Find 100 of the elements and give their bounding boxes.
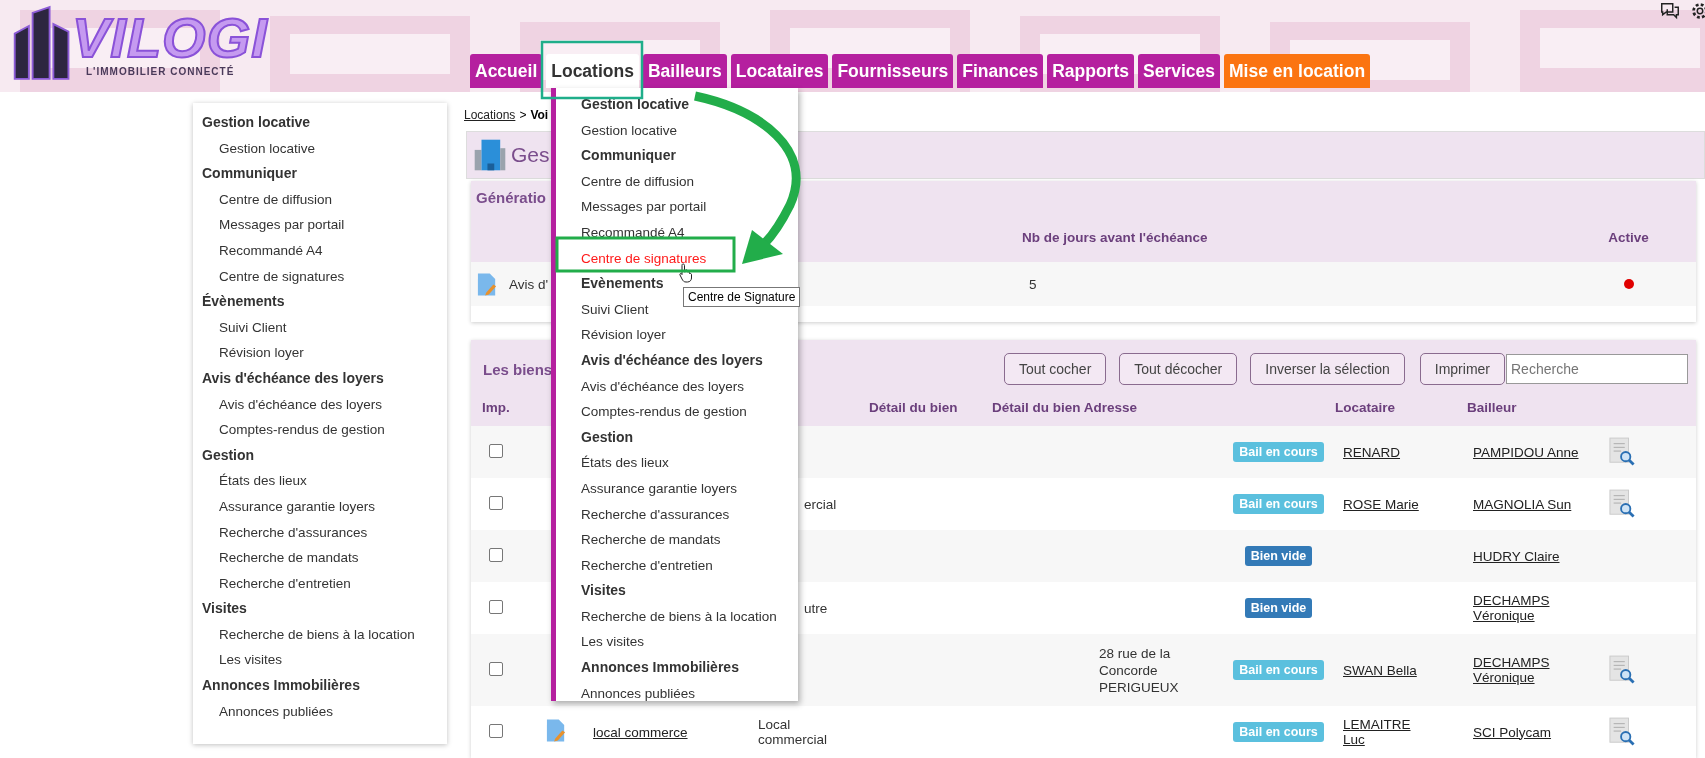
- column-header: Imp.: [481, 399, 511, 415]
- sidebar-item[interactable]: Messages par portail: [202, 212, 345, 238]
- nav-tab[interactable]: Fournisseurs: [832, 54, 954, 88]
- sidebar-heading: Évènements: [202, 292, 286, 312]
- property-link[interactable]: local commerce: [593, 724, 688, 740]
- landlord-link[interactable]: SCI Polycam: [1473, 724, 1552, 740]
- landlord-link[interactable]: MAGNOLIA Sun: [1473, 496, 1572, 512]
- status-badge: Bail en cours: [1233, 494, 1324, 514]
- menu-item[interactable]: Recherche de biens à la location: [581, 603, 777, 630]
- action-button[interactable]: Inverser la sélection: [1250, 353, 1405, 385]
- tooltip: Centre de Signature: [683, 287, 801, 307]
- breadcrumb-link[interactable]: Locations: [464, 108, 516, 122]
- sidebar-item[interactable]: Recherche d'assurances: [202, 519, 368, 546]
- landlord-link[interactable]: DECHAMPS Véronique: [1473, 655, 1585, 685]
- checkbox[interactable]: [489, 443, 503, 458]
- menu-item[interactable]: États des lieux: [581, 450, 669, 476]
- checkbox[interactable]: [489, 723, 503, 738]
- nav-tab[interactable]: Locations: [546, 54, 639, 88]
- sidebar-heading: Visites: [202, 599, 248, 619]
- table-cell: ercial: [804, 496, 837, 512]
- menu-heading: Communiquer: [581, 146, 676, 166]
- menu-heading: Avis d'échéance des loyers: [581, 350, 763, 370]
- sidebar-item[interactable]: Les visites: [202, 647, 283, 674]
- menu-item[interactable]: Messages par portail: [581, 194, 707, 220]
- sidebar-item[interactable]: Centre de signatures: [202, 263, 345, 290]
- action-button[interactable]: Tout cocher: [1003, 353, 1107, 385]
- checkbox[interactable]: [489, 495, 503, 510]
- sidebar-item[interactable]: Recherche de mandats: [202, 545, 359, 571]
- action-button[interactable]: Imprimer: [1419, 353, 1505, 385]
- tenant-link[interactable]: LEMAITRE Luc: [1343, 717, 1423, 747]
- settings-icon[interactable]: [1689, 0, 1705, 22]
- table-cell-text: 5: [1028, 276, 1038, 292]
- nav-tab[interactable]: Rapports: [1047, 54, 1134, 88]
- column-header: Détail du bien: [868, 399, 959, 415]
- sidebar-item[interactable]: Recherche de biens à la location: [202, 621, 415, 648]
- sidebar-item[interactable]: Centre de diffusion: [202, 186, 333, 213]
- document-search-icon[interactable]: [1609, 717, 1635, 747]
- table-cell: Local commercial: [758, 717, 828, 747]
- checkbox[interactable]: [489, 599, 503, 614]
- menu-item[interactable]: Gestion locative: [581, 117, 678, 144]
- landlord-link[interactable]: DECHAMPS Véronique: [1473, 593, 1585, 623]
- panel-title: Génératio: [475, 189, 547, 206]
- column-header: Bailleur: [1466, 399, 1518, 415]
- nav-tab[interactable]: Locataires: [730, 54, 829, 88]
- sidebar-item[interactable]: Recommandé A4: [202, 237, 323, 264]
- help-chat-icon[interactable]: [1659, 0, 1681, 22]
- document-edit-icon: [477, 271, 497, 297]
- menu-item[interactable]: Recherche d'assurances: [581, 501, 730, 528]
- menu-item[interactable]: Centre de signatures: [581, 245, 707, 272]
- document-edit-icon: [546, 718, 566, 743]
- menu-item[interactable]: Suivi Client: [581, 296, 649, 323]
- menu-item[interactable]: Centre de diffusion: [581, 168, 695, 195]
- nav-tab[interactable]: Accueil: [470, 54, 543, 88]
- action-button[interactable]: Tout décocher: [1119, 353, 1238, 385]
- sidebar-item[interactable]: États des lieux: [202, 468, 307, 494]
- landlord-link[interactable]: HUDRY Claire: [1473, 548, 1560, 564]
- sidebar-item[interactable]: Gestion locative: [202, 135, 316, 162]
- sidebar-item[interactable]: Suivi Client: [202, 314, 287, 341]
- column-header: Détail du bien Adresse: [991, 399, 1139, 415]
- sidebar-item[interactable]: Assurance garantie loyers: [202, 493, 376, 520]
- sidebar-item[interactable]: Comptes-rendus de gestion: [202, 417, 385, 443]
- status-badge: Bien vide: [1244, 546, 1313, 566]
- document-search-icon[interactable]: [1609, 655, 1635, 685]
- tenant-link[interactable]: ROSE Marie: [1343, 496, 1419, 512]
- sidebar-heading: Gestion: [202, 445, 256, 465]
- menu-item[interactable]: Recherche d'entretien: [581, 552, 713, 579]
- menu-item[interactable]: Comptes-rendus de gestion: [581, 399, 747, 425]
- checkbox[interactable]: [489, 547, 503, 562]
- landlord-link[interactable]: PAMPIDOU Anne: [1473, 444, 1579, 460]
- menu-item[interactable]: Avis d'échéance des loyers: [581, 373, 744, 400]
- menu-heading: Annonces Immobilières: [581, 658, 739, 678]
- nav-tab[interactable]: Services: [1137, 54, 1220, 88]
- column-header: Locataire: [1334, 399, 1397, 415]
- sidebar-item[interactable]: Annonces publiées: [202, 698, 334, 725]
- menu-item[interactable]: Assurance garantie loyers: [581, 475, 738, 502]
- menu-heading: Evènements: [581, 274, 664, 294]
- sidebar-item[interactable]: Révision loyer: [202, 340, 304, 366]
- column-header: Active: [1608, 229, 1649, 245]
- tenant-link[interactable]: SWAN Bella: [1343, 662, 1417, 678]
- sidebar-item[interactable]: Recherche d'entretien: [202, 570, 351, 597]
- menu-item[interactable]: Recherche de mandats: [581, 527, 721, 553]
- checkbox[interactable]: [489, 661, 503, 676]
- menu-item[interactable]: Les visites: [581, 629, 645, 656]
- search-field[interactable]: Recherche: [1506, 354, 1688, 384]
- status-badge: Bail en cours: [1233, 660, 1324, 680]
- office-building-icon: [473, 138, 507, 172]
- menu-item[interactable]: Annonces publiées: [581, 680, 696, 707]
- menu-item[interactable]: Révision loyer: [581, 322, 666, 348]
- tenant-link[interactable]: RENARD: [1343, 444, 1400, 460]
- menu-item[interactable]: Recommandé A4: [581, 219, 685, 246]
- breadcrumb-separator: >: [519, 108, 527, 122]
- sidebar-heading: Communiquer: [202, 164, 298, 184]
- nav-tab[interactable]: Finances: [957, 54, 1044, 88]
- menu-heading: Gestion: [581, 427, 634, 447]
- logo-wordmark: VILOGI: [72, 9, 268, 66]
- document-search-icon[interactable]: [1609, 489, 1635, 519]
- menu-heading: Gestion locative: [581, 95, 690, 114]
- nav-tab[interactable]: Bailleurs: [642, 54, 727, 88]
- document-search-icon[interactable]: [1609, 437, 1635, 467]
- sidebar-item[interactable]: Avis d'échéance des loyers: [202, 391, 382, 418]
